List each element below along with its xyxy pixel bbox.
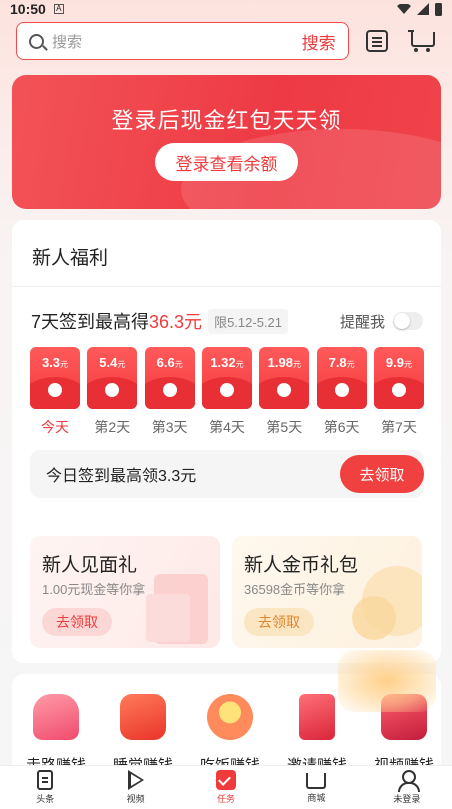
day-label: 今天 bbox=[41, 419, 69, 435]
day-amount: 1.32 bbox=[210, 355, 236, 370]
earn-item-walk[interactable]: 走路赚钱 bbox=[20, 694, 92, 774]
signin-row: 7天签到最高得 36.3元 限5.12-5.21 提醒我 bbox=[31, 308, 423, 334]
day-label: 第4天 bbox=[209, 419, 245, 435]
claim-today-button[interactable]: 去领取 bbox=[340, 455, 424, 493]
gift-title: 新人见面礼 bbox=[42, 555, 138, 576]
day-label: 第7天 bbox=[381, 419, 417, 435]
battery-icon bbox=[435, 2, 442, 16]
tab-label: 任务 bbox=[217, 794, 236, 804]
day-unit: 元 bbox=[117, 360, 126, 369]
day-label: 第3天 bbox=[151, 419, 188, 435]
red-envelope-icon: 6.6元 bbox=[144, 347, 195, 409]
login-banner: 登录后现金红包天天领 登录查看余额 bbox=[12, 75, 441, 209]
search-input[interactable]: 搜索 搜索 bbox=[16, 22, 349, 60]
bottom-tab-bar: 头条 视频 任务 商城 未登录 bbox=[0, 765, 452, 809]
day-unit: 元 bbox=[346, 360, 355, 369]
task-icon bbox=[216, 770, 237, 790]
gift-subtitle: 1.00元现金等你拿 bbox=[42, 582, 146, 597]
date-limit-badge: 限5.12-5.21 bbox=[208, 308, 288, 334]
signin-prefix: 7天签到最高得 bbox=[31, 312, 150, 332]
floating-reward-widget[interactable] bbox=[338, 650, 436, 712]
today-signin-text: 今日签到最高领3.3元 bbox=[46, 468, 197, 485]
status-time: 10:50 bbox=[10, 1, 46, 17]
day-label: 第5天 bbox=[266, 419, 303, 435]
cart-button[interactable] bbox=[406, 26, 436, 56]
signin-amount: 36.3元 bbox=[149, 312, 203, 332]
day-unit: 元 bbox=[60, 360, 69, 369]
tab-tasks[interactable]: 任务 bbox=[181, 766, 271, 809]
day-amount: 6.6 bbox=[156, 355, 175, 370]
day-amount: 1.98 bbox=[267, 355, 293, 370]
red-envelope-icon: 7.8元 bbox=[316, 347, 367, 409]
play-icon bbox=[127, 770, 144, 790]
signin-day[interactable]: 3.3元 今天 bbox=[30, 347, 80, 437]
signin-day[interactable]: 9.9元 第7天 bbox=[373, 347, 424, 437]
search-placeholder: 搜索 bbox=[52, 33, 83, 51]
wifi-icon bbox=[397, 4, 411, 14]
tab-profile[interactable]: 未登录 bbox=[362, 766, 452, 809]
notification-icon: A bbox=[53, 4, 64, 14]
earn-item-eat[interactable]: 吃饭赚钱 bbox=[194, 694, 266, 774]
cart-icon bbox=[306, 773, 327, 789]
bowl-icon bbox=[207, 694, 253, 740]
coin-gift-card[interactable]: 新人金币礼包 36598金币等你拿 去领取 bbox=[232, 536, 422, 648]
signin-days: 3.3元 今天 5.4元 第2天 6.6元 第3天 1.32元 第4天 1.98… bbox=[30, 347, 424, 437]
day-unit: 元 bbox=[174, 360, 183, 369]
day-amount: 3.3 bbox=[41, 355, 61, 370]
day-unit: 元 bbox=[404, 360, 412, 369]
bed-icon bbox=[120, 694, 166, 740]
tab-label: 商城 bbox=[307, 793, 326, 803]
day-label: 第2天 bbox=[94, 419, 131, 435]
today-signin-bar: 今日签到最高领3.3元 去领取 bbox=[30, 450, 424, 498]
gift-subtitle: 36598金币等你拿 bbox=[244, 582, 346, 597]
tab-label: 未登录 bbox=[393, 794, 421, 804]
doc-icon bbox=[37, 770, 54, 790]
status-bar: 10:50 A bbox=[0, 0, 452, 18]
search-icon bbox=[29, 33, 44, 49]
status-icons bbox=[397, 2, 442, 16]
search-row: 搜索 搜索 bbox=[16, 22, 436, 60]
newbie-gift-card[interactable]: 新人见面礼 1.00元现金等你拿 去领取 bbox=[30, 536, 220, 648]
welfare-heading: 新人福利 bbox=[32, 248, 109, 269]
shoe-icon bbox=[33, 694, 79, 740]
claim-gift-button[interactable]: 去领取 bbox=[42, 608, 112, 636]
earn-item-sleep[interactable]: 睡觉赚钱 bbox=[107, 694, 179, 774]
day-unit: 元 bbox=[235, 360, 244, 369]
banner-title: 登录后现金红包天天领 bbox=[111, 108, 342, 133]
tab-label: 视频 bbox=[126, 794, 145, 804]
red-envelope-icon: 5.4元 bbox=[87, 347, 138, 409]
signin-day[interactable]: 1.98元 第5天 bbox=[259, 347, 310, 437]
day-unit: 元 bbox=[292, 360, 301, 369]
red-envelope-icon: 9.9元 bbox=[373, 347, 424, 409]
list-icon bbox=[366, 30, 389, 52]
tab-video[interactable]: 视频 bbox=[90, 766, 180, 809]
remind-label: 提醒我 bbox=[339, 313, 385, 331]
signin-day[interactable]: 1.32元 第4天 bbox=[201, 347, 252, 437]
red-envelope-icon: 1.32元 bbox=[201, 347, 252, 409]
search-button[interactable]: 搜索 bbox=[302, 29, 336, 54]
view-balance-button[interactable]: 登录查看余额 bbox=[155, 143, 298, 181]
orders-button[interactable] bbox=[363, 26, 393, 56]
signin-day[interactable]: 7.8元 第6天 bbox=[316, 347, 367, 437]
gift-title: 新人金币礼包 bbox=[244, 555, 359, 576]
day-amount: 9.9 bbox=[385, 355, 404, 370]
day-label: 第6天 bbox=[323, 419, 360, 435]
divider bbox=[12, 286, 441, 287]
cart-icon bbox=[408, 30, 436, 52]
newbie-welfare-card: 新人福利 7天签到最高得 36.3元 限5.12-5.21 提醒我 3.3元 今… bbox=[12, 220, 441, 663]
tab-headlines[interactable]: 头条 bbox=[0, 766, 90, 809]
invite-icon bbox=[299, 694, 335, 740]
signin-day[interactable]: 6.6元 第3天 bbox=[144, 347, 195, 437]
day-amount: 5.4 bbox=[99, 355, 118, 370]
day-amount: 7.8 bbox=[328, 355, 347, 370]
claim-coin-button[interactable]: 去领取 bbox=[244, 608, 314, 636]
tab-mall[interactable]: 商城 bbox=[271, 766, 361, 809]
remind-toggle[interactable] bbox=[393, 312, 423, 330]
red-envelope-icon: 1.98元 bbox=[259, 347, 310, 409]
user-icon bbox=[397, 770, 420, 792]
signal-icon bbox=[417, 3, 429, 15]
red-envelope-icon: 3.3元 bbox=[30, 347, 80, 409]
tab-label: 头条 bbox=[36, 794, 55, 804]
signin-day[interactable]: 5.4元 第2天 bbox=[87, 347, 138, 437]
